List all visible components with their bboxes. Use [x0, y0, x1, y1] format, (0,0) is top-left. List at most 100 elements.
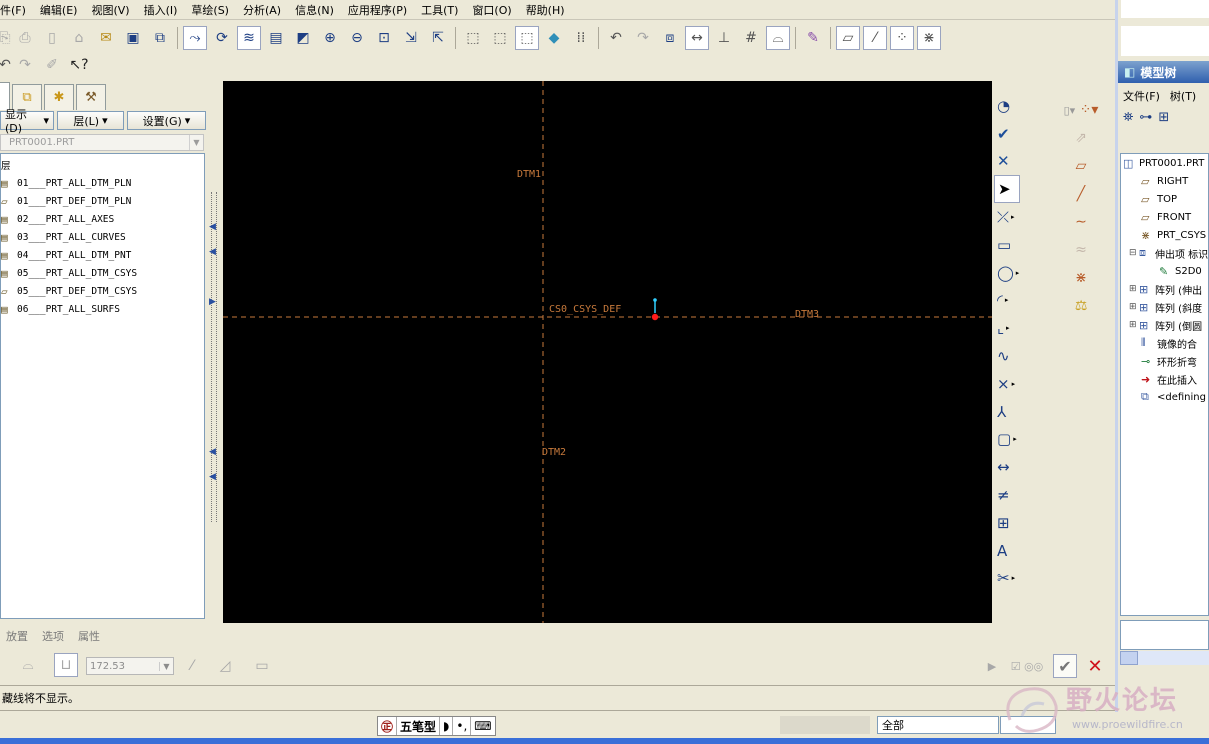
tree-item[interactable]: ✎ S2D0 [1121, 262, 1208, 280]
select-arrow-icon[interactable]: ➤ [994, 175, 1020, 204]
tree-item[interactable]: ⊟ ⧈ 伸出项 标识 [1121, 244, 1208, 262]
expand-icon[interactable]: ⊞ [1129, 284, 1139, 294]
tab-favorites[interactable]: ✱ [44, 84, 74, 110]
new-icon[interactable]: ▯ [40, 26, 64, 50]
refit-icon[interactable]: ⊡ [372, 26, 396, 50]
datum-axis-display-icon[interactable]: ⁄ [863, 26, 887, 50]
save-icon[interactable]: ▣ [121, 26, 145, 50]
tab-options[interactable]: 选项 [42, 628, 64, 644]
undo-icon[interactable]: ↶ [604, 26, 628, 50]
tree-item[interactable]: ⫴ 镜像的合 [1121, 334, 1208, 352]
datum-point-display-icon[interactable]: ⁘ [890, 26, 914, 50]
flip-direction-icon[interactable]: ⁄ [180, 654, 204, 678]
open-folder-icon[interactable]: ⌂ [67, 26, 91, 50]
list-item[interactable]: ▤ 04___PRT_ALL_DTM_PNT [1, 246, 204, 264]
edit-icon[interactable]: ✐ [40, 53, 64, 77]
shading-icon[interactable]: ◆ [542, 26, 566, 50]
reorient-icon[interactable]: ⇲ [399, 26, 423, 50]
remove-material-icon[interactable]: ◿ [213, 654, 237, 678]
menu-view[interactable]: 视图(V) [85, 2, 137, 18]
model-tree-menu-file[interactable]: 文件(F) [1123, 88, 1160, 104]
list-item[interactable]: ▤ 06___PRT_ALL_SURFS [1, 300, 204, 318]
regenerate-icon[interactable]: ⟳ [210, 26, 234, 50]
expand-icon[interactable]: ⊞ [1129, 302, 1139, 312]
list-item[interactable]: ▤ 05___PRT_ALL_DTM_CSYS [1, 264, 204, 282]
redo-icon[interactable]: ↷ [631, 26, 655, 50]
analysis-feature-icon[interactable]: ⚖ [1047, 292, 1115, 320]
modify-dim-icon[interactable]: ≠ [994, 481, 1030, 509]
menu-analysis[interactable]: 分析(A) [237, 2, 289, 18]
datum-axis-tool-icon[interactable]: ╱ [1047, 180, 1115, 208]
constraint-display-icon[interactable]: ⊥ [712, 26, 736, 50]
datum-axis-dim-icon[interactable]: ⇗ [1047, 124, 1115, 152]
expand-icon[interactable]: ⊞ [1129, 320, 1139, 330]
sketched-curve-icon[interactable]: ≈ [1047, 236, 1115, 264]
collapse-icon[interactable]: ⊟ [1129, 248, 1139, 258]
tab-placement[interactable]: 放置 [6, 628, 28, 644]
spline-tool-icon[interactable]: ∿ [994, 342, 1030, 370]
tab-properties[interactable]: 属性 [78, 628, 100, 644]
layers-icon[interactable]: ≋ [237, 26, 261, 50]
depth-value-input[interactable]: 172.53 ▼ [86, 657, 174, 675]
dim-display-icon[interactable]: ↔ [685, 26, 709, 50]
tree-columns-icon[interactable]: ⊞ [1158, 110, 1169, 125]
menu-tools[interactable]: 工具(T) [415, 2, 466, 18]
zoom-in-icon[interactable]: ⊕ [318, 26, 342, 50]
csys-display-icon[interactable]: ⋇ [917, 26, 941, 50]
list-item[interactable]: ▤ 01___PRT_ALL_DTM_PLN [1, 174, 204, 192]
zoom-out-icon[interactable]: ⊖ [345, 26, 369, 50]
binoculars-icon[interactable]: ⛯ [1123, 110, 1133, 125]
text-tool-icon[interactable]: A [994, 537, 1030, 565]
model-tree-menu-tree[interactable]: 树(T) [1170, 88, 1196, 104]
hidden-line-icon[interactable]: ⬚ [488, 26, 512, 50]
tab-connections[interactable]: ⚒ [76, 84, 106, 110]
menu-window[interactable]: 窗口(O) [466, 2, 519, 18]
depth-option-icon[interactable]: ⊔ [54, 653, 78, 677]
constraints-icon[interactable]: ⊞ [994, 509, 1030, 537]
ime-bar[interactable]: ㊣ 五笔型 ◗ •, ⌨ [377, 716, 496, 736]
settings-dropdown[interactable]: 设置(G) ▾ [127, 111, 206, 130]
menu-info[interactable]: 信息(N) [289, 2, 342, 18]
sketch-grid-icon[interactable]: ⁞⁞ [569, 26, 593, 50]
circle-tool-icon[interactable]: ◯ ▸ [994, 259, 1030, 287]
menu-help[interactable]: 帮助(H) [520, 2, 573, 18]
extrude-icon[interactable]: ▏ [0, 653, 9, 677]
tree-item[interactable]: ▱ FRONT [1121, 208, 1208, 226]
list-item[interactable]: ▤ 02___PRT_ALL_AXES [1, 210, 204, 228]
redraw-icon[interactable]: ◩ [291, 26, 315, 50]
tree-item[interactable]: ▱ RIGHT [1121, 172, 1208, 190]
surface-icon[interactable]: ⌓ [16, 653, 40, 677]
datum-plane-display-icon[interactable]: ▱ [836, 26, 860, 50]
menu-file[interactable]: 件(F) [0, 2, 34, 18]
tree-item[interactable]: ⊞ ⊞ 阵列 (伸出 [1121, 280, 1208, 298]
list-item[interactable]: ▤ 03___PRT_ALL_CURVES [1, 228, 204, 246]
layer-root[interactable]: 层 [1, 156, 204, 174]
save-copy-icon[interactable]: ⧉ [148, 26, 172, 50]
annotation-icon[interactable]: ✎ [801, 26, 825, 50]
sketch-constraint-icon[interactable]: ⤳ [183, 26, 207, 50]
line-tool-icon[interactable]: ⤫ ▸ [994, 203, 1030, 231]
menu-edit[interactable]: 编辑(E) [34, 2, 86, 18]
vertex-display-icon[interactable]: ⌓ [766, 26, 790, 50]
active-model-combo[interactable]: PRT0001.PRT ▼ [0, 134, 204, 151]
dimension-tool-icon[interactable]: ↔ [994, 453, 1030, 481]
print-icon[interactable]: ⎙ [13, 26, 37, 50]
spin-center-icon[interactable]: ⧈ [658, 26, 682, 50]
datum-plane-tool-icon[interactable]: ▱ [1047, 152, 1115, 180]
tree-item[interactable]: ➜ 在此插入 [1121, 370, 1208, 388]
open-icon[interactable]: ⎘ [0, 26, 11, 50]
redo-small-icon[interactable]: ↷ [13, 53, 37, 77]
datum-csys-tool-icon[interactable]: ⋇ [1047, 264, 1115, 292]
tree-item[interactable]: ▱ TOP [1121, 190, 1208, 208]
tree-item[interactable]: ⊸ 环形折弯 [1121, 352, 1208, 370]
tree-item[interactable]: ⊞ ⊞ 阵列 (倒圆 [1121, 316, 1208, 334]
point-tool-icon[interactable]: × ▸ [994, 370, 1030, 398]
menu-applications[interactable]: 应用程序(P) [342, 2, 415, 18]
tree-settings-icon[interactable]: ⊶ [1139, 110, 1152, 125]
fillet-tool-icon[interactable]: ⌞ ▸ [994, 314, 1030, 342]
show-dropdown[interactable]: 显示(D) ▾ [0, 108, 54, 135]
selection-filter[interactable]: 全部 [877, 716, 999, 734]
sketch-point[interactable] [651, 313, 659, 321]
list-item[interactable]: ▱ 01___PRT_DEF_DTM_PLN [1, 192, 204, 210]
context-help-icon[interactable]: ↖? [67, 53, 91, 77]
